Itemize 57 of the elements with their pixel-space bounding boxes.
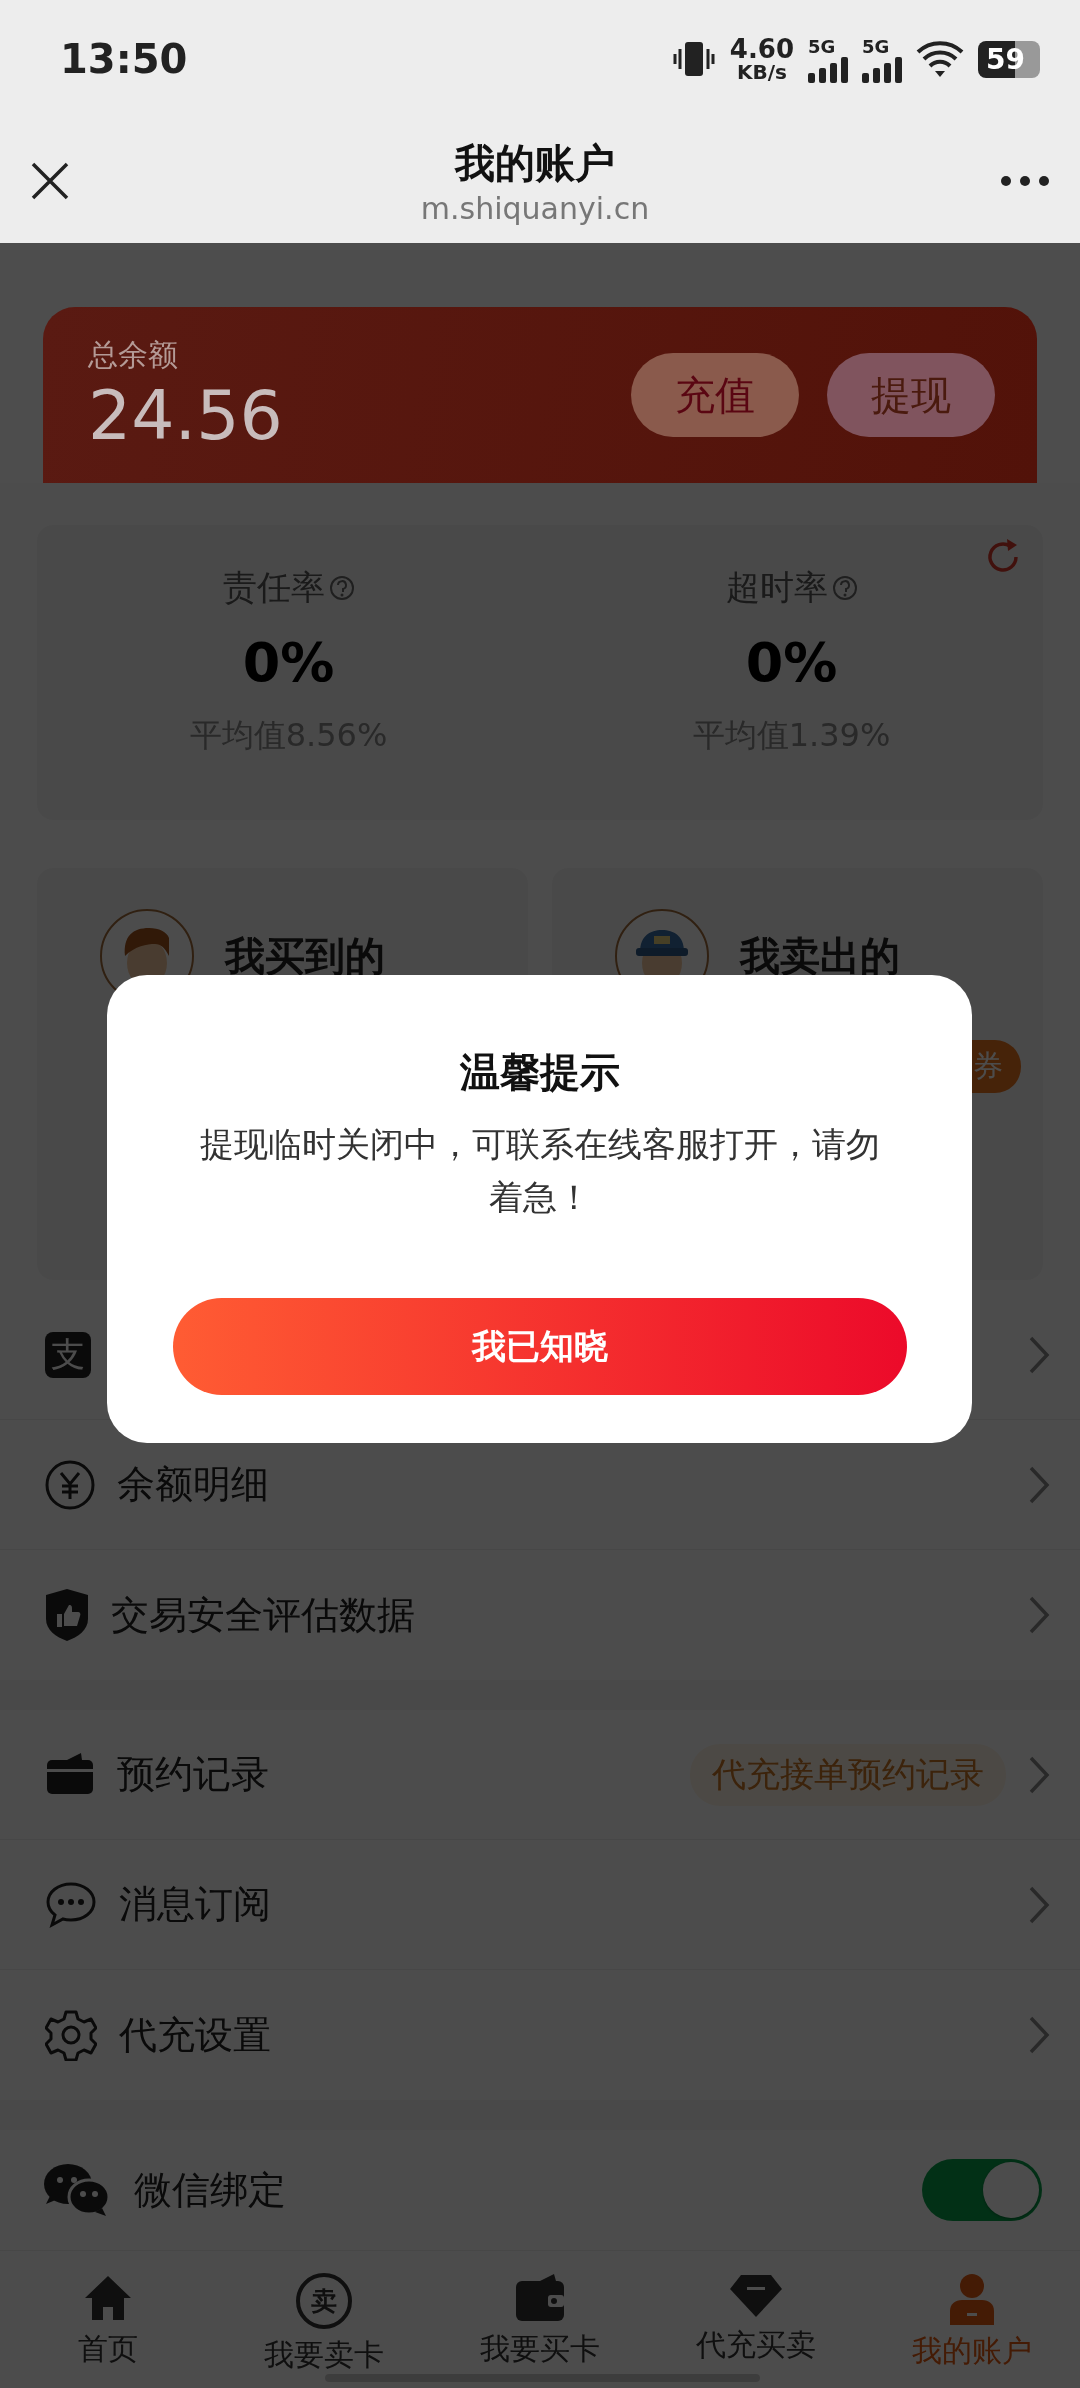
- menu-label: 预约记录: [117, 1751, 270, 1798]
- signal-icon: [862, 56, 902, 83]
- menu-row[interactable]: 代充设置: [0, 1970, 1080, 2100]
- stat-value: 0%: [745, 631, 838, 694]
- chevron-right-icon: [1028, 1884, 1050, 1925]
- help-icon[interactable]: [831, 575, 858, 601]
- more-icon[interactable]: [1000, 174, 1050, 187]
- menu-label: 交易安全评估数据: [111, 1591, 416, 1639]
- home-icon: [83, 2273, 133, 2323]
- person-icon: [947, 2273, 997, 2325]
- battery-level: 59: [978, 40, 1040, 78]
- settings-icon: [45, 2009, 97, 2061]
- tab-item[interactable]: 首页: [0, 2251, 216, 2388]
- page-url: m.shiquanyi.cn: [420, 190, 650, 226]
- wechat-label: 微信绑定: [134, 2166, 287, 2214]
- recharge-button[interactable]: 充值: [631, 353, 799, 437]
- menu-row[interactable]: 交易安全评估数据: [0, 1550, 1080, 1680]
- network-speed: 4.60: [729, 36, 794, 62]
- help-icon[interactable]: [328, 575, 355, 601]
- menu-label: 余额明细: [117, 1461, 270, 1508]
- network-speed-unit: KB/s: [736, 62, 787, 82]
- menu-tag: 代充接单预约记录: [690, 1743, 1006, 1806]
- order-card-title: 我买到的: [225, 931, 385, 981]
- tab-item[interactable]: 代充买卖: [648, 2251, 864, 2388]
- chevron-right-icon: [1028, 1464, 1050, 1505]
- dialog-message: 提现临时关闭中，可联系在线客服打开，请勿着急！: [198, 1123, 881, 1219]
- payment-icon: 支: [45, 1331, 91, 1378]
- menu-label: 代充设置: [119, 2011, 272, 2059]
- wallet-icon: [514, 2273, 566, 2323]
- menu-row[interactable]: 预约记录 代充接单预约记录: [0, 1710, 1080, 1840]
- menu-label: 消息订阅: [119, 1881, 272, 1928]
- order-card-title: 我卖出的: [740, 931, 900, 981]
- chevron-right-icon: [1028, 1754, 1050, 1795]
- chevron-right-icon: [1028, 1334, 1050, 1375]
- withdraw-button[interactable]: 提现: [827, 353, 995, 437]
- page-title: 我的账户: [455, 138, 615, 188]
- chat-icon: [45, 1880, 97, 1929]
- dialog-title: 温馨提示: [459, 1048, 620, 1097]
- chevron-right-icon: [1028, 2015, 1050, 2055]
- network-type: 5G: [808, 35, 836, 57]
- diamond-icon: [729, 2273, 783, 2319]
- tab-item[interactable]: 我的账户: [864, 2251, 1080, 2388]
- network-type: 5G: [862, 35, 890, 57]
- chevron-right-icon: [1028, 1595, 1050, 1635]
- shield-thumb-icon: [45, 1588, 89, 1642]
- sell-icon: 卖: [296, 2273, 352, 2329]
- menu-row[interactable]: 消息订阅: [0, 1840, 1080, 1970]
- stat-value: 0%: [242, 631, 335, 694]
- wifi-icon: [916, 40, 964, 78]
- balance-amount: 24.56: [88, 376, 283, 455]
- yuan-icon: [45, 1459, 95, 1510]
- close-icon[interactable]: [30, 160, 70, 201]
- balance-label: 总余额: [88, 336, 179, 374]
- status-time: 13:50: [60, 36, 188, 82]
- acknowledge-button[interactable]: 我已知晓: [172, 1298, 907, 1395]
- signal-icon: [808, 56, 848, 83]
- vibrate-icon: [671, 41, 716, 77]
